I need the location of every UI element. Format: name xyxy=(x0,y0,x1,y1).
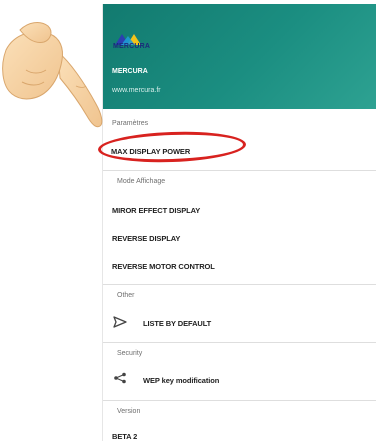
drawer-header: MERCURA MERCURA www.mercura.fr xyxy=(103,4,376,109)
menu-item-reverse-display[interactable]: REVERSE DISPLAY xyxy=(112,234,180,243)
pointing-hand-icon xyxy=(2,22,103,128)
menu-item-wep-key-modification[interactable]: WEP key modification xyxy=(143,376,219,385)
divider xyxy=(103,284,376,285)
version-value: BETA 2 xyxy=(112,432,138,441)
divider xyxy=(103,170,376,171)
section-title-security: Security xyxy=(117,350,143,357)
share-icon xyxy=(114,372,126,384)
menu-item-reverse-motor-control[interactable]: REVERSE MOTOR CONTROL xyxy=(112,262,215,271)
menu-item-miror-effect-display[interactable]: MIROR EFFECT DISPLAY xyxy=(112,206,200,215)
divider xyxy=(103,400,376,401)
navigation-drawer: MERCURA MERCURA www.mercura.fr Paramètre… xyxy=(102,4,376,441)
section-title-version: Version xyxy=(117,408,141,415)
send-icon xyxy=(113,316,127,328)
section-title-mode-affichage: Mode Affichage xyxy=(117,178,166,185)
menu-item-liste-by-default[interactable]: LISTE BY DEFAULT xyxy=(143,319,211,328)
divider xyxy=(103,342,376,343)
section-title-other: Other xyxy=(117,292,135,299)
